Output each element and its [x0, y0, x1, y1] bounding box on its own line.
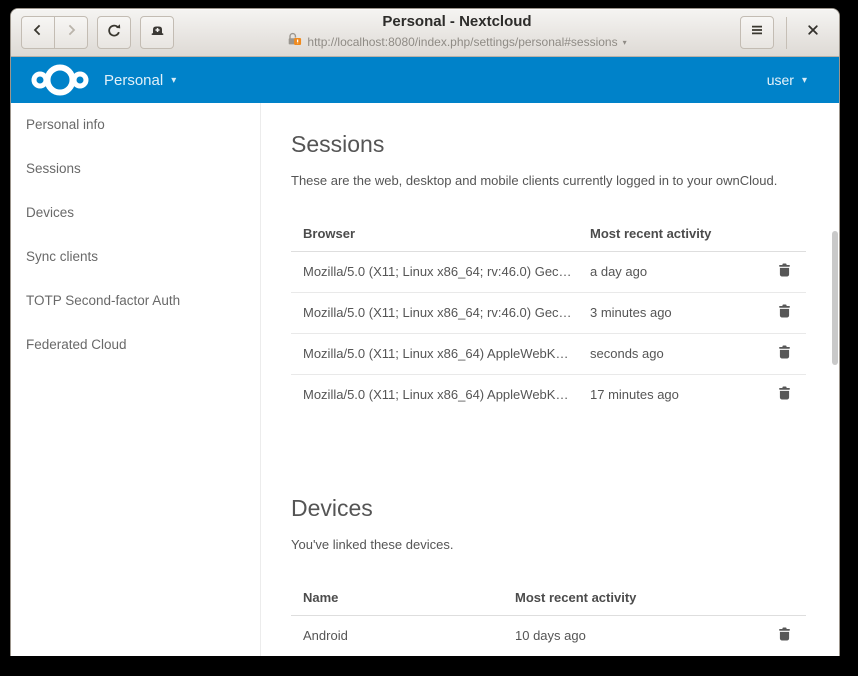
column-header-name: Name	[291, 580, 503, 615]
desktop-background: Personal - Nextcloud http://localhost:80…	[0, 0, 858, 676]
devices-table: Name Most recent activity Android 10 day…	[291, 580, 806, 656]
delete-device-button[interactable]	[777, 626, 792, 642]
menu-button[interactable]	[740, 16, 774, 49]
titlebar-separator	[786, 17, 787, 49]
session-activity: 3 minutes ago	[578, 292, 761, 333]
session-row: Mozilla/5.0 (X11; Linux x86_64; rv:46.0)…	[291, 292, 806, 333]
nextcloud-logo[interactable]	[29, 63, 91, 97]
column-header-actions	[761, 216, 806, 251]
refresh-button[interactable]	[97, 16, 131, 49]
session-activity: seconds ago	[578, 333, 761, 374]
sidebar-item-federated-cloud[interactable]: Federated Cloud	[11, 323, 260, 367]
url-bar[interactable]: http://localhost:8080/index.php/settings…	[287, 32, 626, 52]
trash-icon	[777, 389, 792, 404]
session-activity: a day ago	[578, 251, 761, 292]
column-header-browser: Browser	[291, 216, 578, 251]
column-header-actions	[761, 580, 806, 615]
forward-icon	[63, 22, 79, 43]
sessions-table: Browser Most recent activity Mozilla/5.0…	[291, 216, 806, 415]
device-name: Android	[291, 615, 503, 656]
delete-session-button[interactable]	[777, 262, 792, 278]
trash-icon	[777, 348, 792, 363]
table-header-row: Name Most recent activity	[291, 580, 806, 615]
settings-content: Personal info Sessions Devices Sync clie…	[11, 103, 839, 656]
browser-window: Personal - Nextcloud http://localhost:80…	[10, 8, 840, 656]
sidebar-item-totp[interactable]: TOTP Second-factor Auth	[11, 279, 260, 323]
devices-section: Devices You've linked these devices. Nam…	[291, 493, 839, 656]
sessions-section: Sessions These are the web, desktop and …	[291, 129, 839, 415]
device-activity: 10 days ago	[503, 615, 761, 656]
table-header-row: Browser Most recent activity	[291, 216, 806, 251]
window-title: Personal - Nextcloud	[382, 13, 531, 31]
delete-session-button[interactable]	[777, 385, 792, 401]
user-menu[interactable]: user ▾	[767, 72, 821, 88]
sessions-description: These are the web, desktop and mobile cl…	[291, 172, 839, 190]
app-menu[interactable]: Personal ▾	[104, 72, 176, 89]
chevron-down-icon: ▾	[802, 75, 807, 86]
trash-icon	[777, 307, 792, 322]
sessions-title: Sessions	[291, 129, 839, 159]
session-row: Mozilla/5.0 (X11; Linux x86_64; rv:46.0)…	[291, 251, 806, 292]
column-header-activity: Most recent activity	[503, 580, 761, 615]
insecure-lock-warning-icon	[287, 32, 302, 52]
session-row: Mozilla/5.0 (X11; Linux x86_64) AppleWeb…	[291, 374, 806, 415]
chevron-down-icon: ▾	[171, 75, 176, 86]
sidebar-item-devices[interactable]: Devices	[11, 191, 260, 235]
column-header-activity: Most recent activity	[578, 216, 761, 251]
forward-button[interactable]	[54, 16, 88, 49]
settings-main: Sessions These are the web, desktop and …	[261, 103, 839, 656]
trash-icon	[777, 266, 792, 281]
new-tab-icon	[149, 22, 166, 44]
session-browser: Mozilla/5.0 (X11; Linux x86_64; rv:46.0)…	[291, 292, 578, 333]
user-menu-label: user	[767, 72, 794, 88]
chevron-down-icon[interactable]: ▾	[623, 38, 627, 47]
url-text: http://localhost:8080/index.php/settings…	[307, 35, 617, 49]
sidebar-item-sync-clients[interactable]: Sync clients	[11, 235, 260, 279]
device-row: Android 10 days ago	[291, 615, 806, 656]
nextcloud-header: Personal ▾ user ▾	[11, 57, 839, 103]
close-icon	[806, 23, 820, 42]
nav-button-group	[21, 16, 88, 49]
delete-session-button[interactable]	[777, 303, 792, 319]
app-menu-label: Personal	[104, 72, 163, 89]
devices-title: Devices	[291, 493, 839, 523]
browser-titlebar: Personal - Nextcloud http://localhost:80…	[11, 9, 839, 57]
refresh-icon	[106, 22, 123, 44]
session-browser: Mozilla/5.0 (X11; Linux x86_64) AppleWeb…	[291, 374, 578, 415]
delete-session-button[interactable]	[777, 344, 792, 360]
devices-description: You've linked these devices.	[291, 536, 839, 554]
titlebar-title-block: Personal - Nextcloud http://localhost:80…	[174, 13, 740, 52]
hamburger-menu-icon	[749, 22, 765, 43]
session-browser: Mozilla/5.0 (X11; Linux x86_64) AppleWeb…	[291, 333, 578, 374]
new-tab-button[interactable]	[140, 16, 174, 49]
back-button[interactable]	[21, 16, 55, 49]
session-browser: Mozilla/5.0 (X11; Linux x86_64; rv:46.0)…	[291, 251, 578, 292]
settings-sidebar: Personal info Sessions Devices Sync clie…	[11, 103, 261, 656]
scrollbar-thumb[interactable]	[832, 231, 838, 365]
sidebar-item-personal-info[interactable]: Personal info	[11, 103, 260, 147]
session-row: Mozilla/5.0 (X11; Linux x86_64) AppleWeb…	[291, 333, 806, 374]
close-button[interactable]	[799, 19, 827, 47]
trash-icon	[777, 630, 792, 645]
session-activity: 17 minutes ago	[578, 374, 761, 415]
sidebar-item-sessions[interactable]: Sessions	[11, 147, 260, 191]
back-icon	[30, 22, 46, 43]
